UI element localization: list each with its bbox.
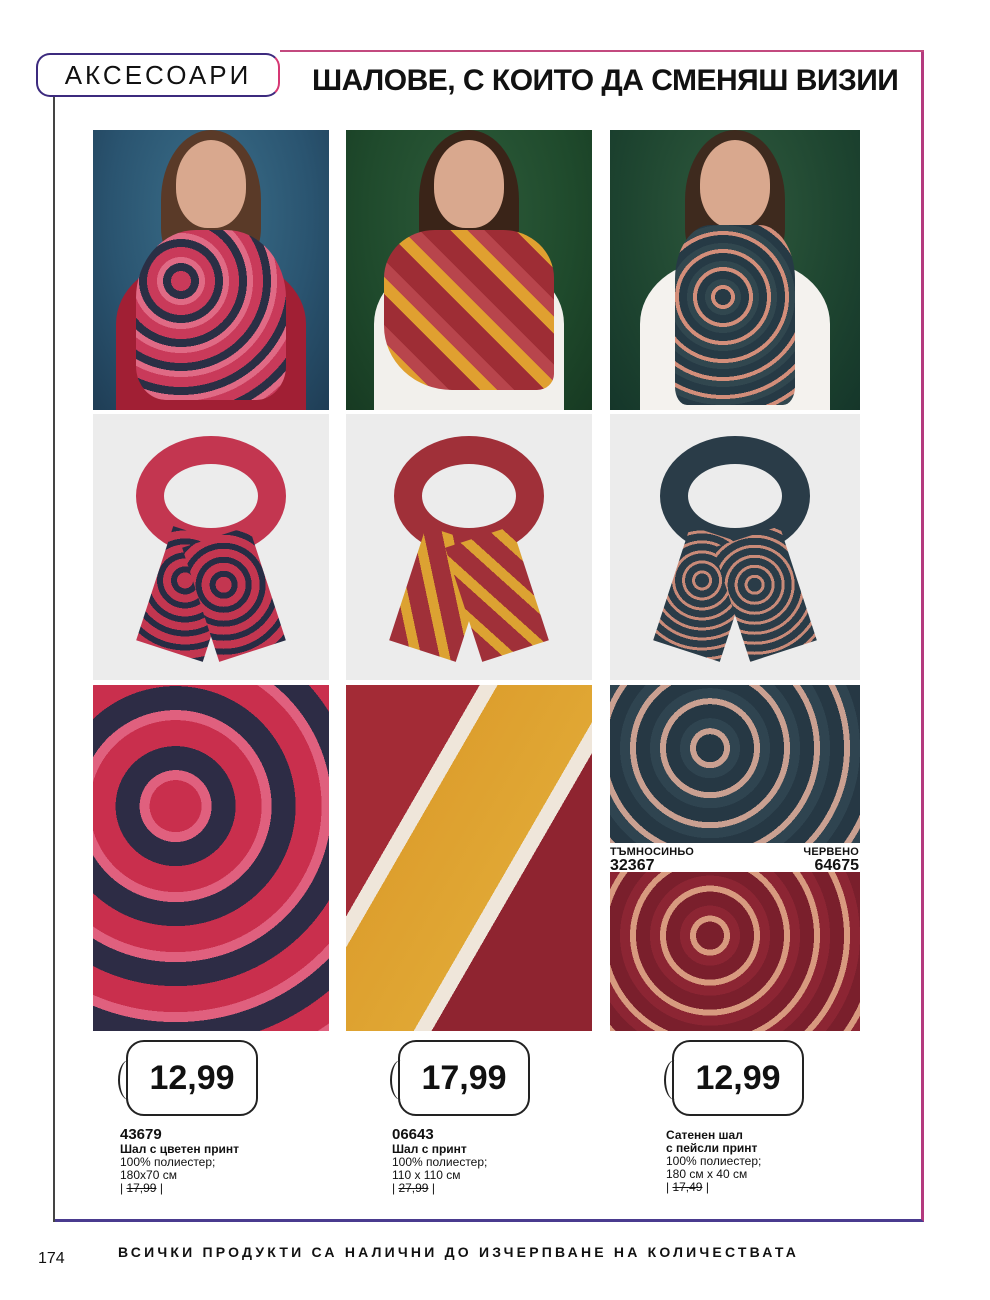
old-price: 17,99 xyxy=(126,1181,157,1195)
product-photo-paisley-scarf xyxy=(610,414,860,680)
page-number: 174 xyxy=(38,1250,65,1267)
page-headline: ШАЛОВЕ, С КОИТО ДА СМЕНЯШ ВИЗИИ xyxy=(312,64,899,97)
model-photo-chain-scarf xyxy=(346,130,592,410)
old-price: 27,99 xyxy=(398,1181,429,1195)
paisley-scarf-worn xyxy=(675,225,795,405)
scarf-tail xyxy=(713,526,817,662)
product-info: Сатенен шал с пейсли принт 100% полиесте… xyxy=(666,1129,761,1194)
category-label: АКСЕСОАРИ xyxy=(64,59,252,90)
price-tag: 12,99 xyxy=(664,1040,804,1116)
detail-photo-paisley-red xyxy=(610,872,860,1031)
model-photo-paisley-scarf xyxy=(610,130,860,410)
availability-notice: ВСИЧКИ ПРОДУКТИ СА НАЛИЧНИ ДО ИЗЧЕРПВАНЕ… xyxy=(118,1244,800,1260)
detail-photo-floral xyxy=(93,685,329,1031)
floral-scarf-worn xyxy=(136,230,286,400)
frame-top-rule xyxy=(280,50,924,52)
product-photo-chain-scarf xyxy=(346,414,592,680)
swatch-red: ЧЕРВЕНО 64675 xyxy=(803,847,859,874)
model-face xyxy=(434,140,504,228)
old-price-row: | 27,99 | xyxy=(392,1181,435,1195)
old-price: 17,49 xyxy=(672,1180,703,1194)
product-code: 06643 xyxy=(392,1126,434,1143)
swatch-code: 64675 xyxy=(814,857,860,874)
price-tag: 12,99 xyxy=(118,1040,258,1116)
old-price-row: | 17,99 | xyxy=(120,1181,163,1195)
price-tag: 17,99 xyxy=(390,1040,530,1116)
model-face xyxy=(700,140,770,228)
old-price-row: | 17,49 | xyxy=(666,1180,709,1194)
model-photo-floral-scarf xyxy=(93,130,329,410)
model-face xyxy=(176,140,246,228)
swatch-code: 32367 xyxy=(610,857,655,874)
product-info: 43679 Шал с цветен принт 100% полиестер;… xyxy=(120,1127,239,1195)
product-info: 06643 Шал с принт 100% полиестер; 110 x … xyxy=(392,1127,487,1195)
frame-left-rule xyxy=(53,80,55,1222)
scarf-loop xyxy=(394,436,544,556)
swatch-navy: ТЪМНОСИНЬО 32367 xyxy=(610,847,694,874)
scarf-loop xyxy=(660,436,810,556)
product-photo-floral-scarf xyxy=(93,414,329,680)
detail-photo-paisley-navy xyxy=(610,685,860,843)
product-code: 43679 xyxy=(120,1126,162,1143)
category-tab: АКСЕСОАРИ xyxy=(36,53,280,97)
chain-scarf-worn xyxy=(384,230,554,390)
detail-photo-chain xyxy=(346,685,592,1031)
